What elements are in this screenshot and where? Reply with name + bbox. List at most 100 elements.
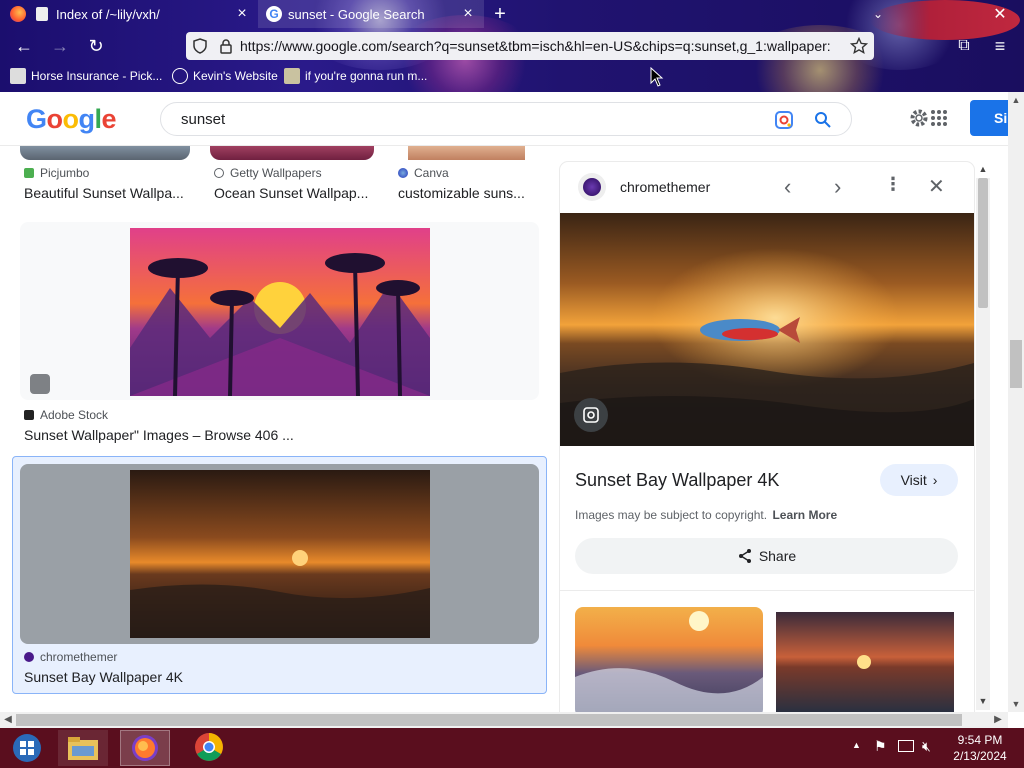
- screen: Index of /~lily/vxh/ × G sunset - Google…: [0, 0, 1024, 768]
- logo-letter: o: [46, 104, 64, 134]
- image-preview-panel: chromethemer ‹ › ⋮ ✕ Sunset Bay Wallpape…: [560, 162, 974, 712]
- related-image-sunset[interactable]: [776, 612, 954, 712]
- share-label: Share: [758, 548, 797, 564]
- tab-title: sunset - Google Search: [288, 6, 425, 22]
- search-icon[interactable]: [813, 110, 833, 130]
- scroll-left-icon[interactable]: ◀: [0, 712, 16, 728]
- result-title[interactable]: Ocean Sunset Wallpap...: [214, 185, 384, 201]
- firefox-icon: [132, 735, 158, 761]
- start-button[interactable]: [6, 730, 48, 766]
- panel-title: Sunset Bay Wallpaper 4K: [575, 470, 780, 490]
- tray-chevron-up-icon[interactable]: ▲: [852, 740, 861, 750]
- close-window-icon[interactable]: ✕: [988, 0, 1012, 28]
- chevron-left-icon[interactable]: ‹: [784, 174, 791, 200]
- search-box[interactable]: sunset: [160, 102, 852, 136]
- chevron-right-icon[interactable]: ›: [834, 174, 841, 200]
- source-label: Canva: [414, 166, 449, 180]
- chevron-right-icon: ›: [932, 472, 938, 488]
- logo-letter: g: [78, 104, 96, 134]
- panel-scrollbar[interactable]: ▲ ▼: [976, 164, 990, 710]
- result-source: Canva: [398, 166, 449, 180]
- file-explorer-taskbar[interactable]: [58, 730, 108, 766]
- apps-grid-icon[interactable]: [930, 109, 948, 127]
- forward-icon[interactable]: →: [48, 34, 72, 58]
- bookmark-gonna-run[interactable]: if you're gonna run m...: [284, 66, 427, 86]
- source-label: chromethemer: [40, 650, 118, 664]
- sign-in-button[interactable]: Si: [970, 100, 1010, 136]
- chevron-down-icon[interactable]: ⌄: [866, 0, 890, 28]
- star-bookmark-icon[interactable]: [850, 37, 868, 55]
- reload-icon[interactable]: ↻: [84, 34, 108, 58]
- panel-scroll-thumb[interactable]: [978, 178, 988, 308]
- share-button[interactable]: Share: [575, 538, 958, 574]
- extensions-icon[interactable]: ⧉: [952, 34, 976, 58]
- volume-muted-icon[interactable]: 🔇︎: [922, 738, 931, 755]
- globe-icon: [214, 168, 224, 178]
- panel-scroll-up-icon[interactable]: ▲: [976, 164, 990, 178]
- result-source: Adobe Stock: [24, 408, 108, 422]
- adobe-icon: [24, 410, 34, 420]
- tab-sunset-google-search[interactable]: G sunset - Google Search ×: [258, 0, 484, 28]
- copyright-text: Images may be subject to copyright.: [575, 508, 768, 522]
- star-icon: [10, 68, 26, 84]
- canva-icon: [398, 168, 408, 178]
- thumbnail-getty[interactable]: [210, 146, 374, 160]
- visit-button[interactable]: Visit ›: [880, 464, 958, 496]
- scroll-thumb[interactable]: [1010, 340, 1022, 388]
- network-icon[interactable]: [898, 740, 914, 752]
- learn-more-link[interactable]: Learn More: [772, 508, 837, 522]
- clock[interactable]: 9:54 PM 2/13/2024: [944, 732, 1016, 764]
- bookmark-kevins-website[interactable]: Kevin's Website: [172, 66, 278, 86]
- google-lens-icon[interactable]: [773, 109, 795, 131]
- page-horizontal-scrollbar[interactable]: ◀ ▶: [0, 712, 1008, 728]
- lens-search-icon[interactable]: [574, 398, 608, 432]
- menu-icon[interactable]: ≡: [988, 34, 1012, 58]
- action-center-flag-icon[interactable]: ⚑: [874, 738, 887, 755]
- avatar-icon: [284, 68, 300, 84]
- thumbnail-picjumbo[interactable]: [20, 146, 190, 160]
- related-image-wave[interactable]: [575, 607, 763, 712]
- back-icon[interactable]: ←: [12, 34, 36, 58]
- page-vertical-scrollbar[interactable]: ▲ ▼: [1008, 92, 1024, 712]
- google-logo[interactable]: Google: [26, 104, 117, 135]
- scroll-up-icon[interactable]: ▲: [1008, 92, 1024, 108]
- thumbnail-sunset-bay[interactable]: [130, 470, 430, 638]
- new-tab-button[interactable]: +: [488, 0, 512, 28]
- result-title[interactable]: Sunset Wallpaper" Images – Browse 406 ..…: [24, 427, 524, 443]
- thumbnail-canva[interactable]: [408, 146, 525, 160]
- google-images-page: Google sunset Si Picjumbo Beautiful Suns…: [0, 92, 1024, 712]
- settings-gear-icon[interactable]: [908, 107, 930, 129]
- close-tab-icon[interactable]: ×: [460, 6, 476, 22]
- close-icon[interactable]: ✕: [928, 174, 945, 199]
- panel-scroll-down-icon[interactable]: ▼: [976, 696, 990, 710]
- scroll-right-icon[interactable]: ▶: [990, 712, 1006, 728]
- more-options-icon[interactable]: ⋮: [884, 174, 902, 195]
- share-icon: [738, 549, 751, 563]
- google-icon: G: [266, 6, 282, 22]
- scroll-down-icon[interactable]: ▼: [1008, 696, 1024, 712]
- thumbnail-adobe-synthwave[interactable]: [130, 228, 430, 396]
- tab-index-of-lily[interactable]: Index of /~lily/vxh/ ×: [0, 0, 258, 28]
- panel-main-image[interactable]: [560, 213, 974, 446]
- address-bar[interactable]: https://www.google.com/search?q=sunset&t…: [186, 32, 874, 60]
- result-title[interactable]: customizable suns...: [398, 185, 538, 201]
- result-source: chromethemer: [24, 650, 117, 664]
- logo-letter: o: [62, 104, 80, 134]
- mouse-cursor-icon: [650, 67, 664, 87]
- picjumbo-icon: [24, 168, 34, 178]
- panel-source[interactable]: chromethemer: [620, 179, 710, 195]
- bookmark-horse-insurance[interactable]: Horse Insurance - Pick...: [10, 66, 162, 86]
- chrome-taskbar[interactable]: [184, 730, 234, 766]
- bookmark-label: Kevin's Website: [193, 69, 278, 83]
- panel-header: chromethemer ‹ › ⋮ ✕: [560, 162, 974, 212]
- browser-chrome: Index of /~lily/vxh/ × G sunset - Google…: [0, 0, 1024, 92]
- firefox-taskbar[interactable]: [120, 730, 170, 766]
- url-text: https://www.google.com/search?q=sunset&t…: [240, 38, 831, 54]
- source-label: Getty Wallpapers: [230, 166, 322, 180]
- scroll-thumb[interactable]: [16, 714, 962, 726]
- search-input[interactable]: sunset: [181, 111, 225, 128]
- result-title[interactable]: Sunset Bay Wallpaper 4K: [24, 669, 524, 685]
- firefox-icon: [10, 6, 26, 22]
- close-tab-icon[interactable]: ×: [234, 6, 250, 22]
- result-title[interactable]: Beautiful Sunset Wallpa...: [24, 185, 204, 201]
